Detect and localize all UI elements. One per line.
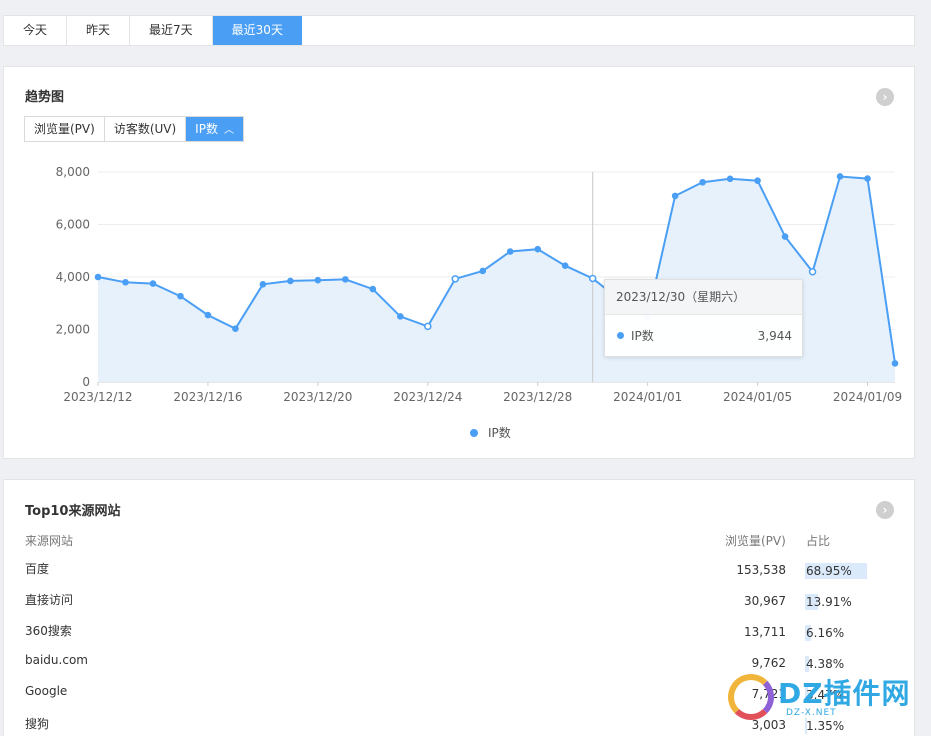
source-pv: 9,762 xyxy=(751,656,786,670)
table-row: 直接访问 30,967 13.91% xyxy=(4,591,914,622)
tooltip-date: 2023/12/30（星期六） xyxy=(605,280,802,315)
x-tick-label: 2023/12/16 xyxy=(173,390,242,404)
legend-label: IP数 xyxy=(488,426,511,440)
period-tabs: 今天 昨天 最近7天 最近30天 xyxy=(3,15,915,46)
watermark-logo: DZ插件网 DZ-X.NET xyxy=(728,670,928,730)
header-ratio: 占比 xyxy=(806,534,831,548)
y-tick-label: 6,000 xyxy=(56,218,90,232)
data-point xyxy=(836,173,844,180)
source-pv: 30,967 xyxy=(744,594,786,608)
header-pv: 浏览量(PV) xyxy=(725,534,786,548)
data-point xyxy=(534,245,542,253)
data-point xyxy=(561,262,569,270)
source-name[interactable]: Google xyxy=(25,684,67,698)
watermark-sub: DZ-X.NET xyxy=(786,708,837,718)
ratio-value: 68.95% xyxy=(806,564,852,578)
data-point xyxy=(149,280,157,287)
data-point xyxy=(204,311,212,319)
source-pv: 153,538 xyxy=(736,563,786,577)
legend-dot xyxy=(470,428,478,437)
watermark-text: DZ插件网 xyxy=(778,677,911,710)
tab-yesterday[interactable]: 昨天 xyxy=(67,16,131,45)
source-name[interactable]: 搜狗 xyxy=(25,715,49,732)
table-row: 百度 153,538 68.95% xyxy=(4,560,914,591)
data-point xyxy=(808,268,817,276)
tooltip-row: IP数 3,944 xyxy=(605,315,802,357)
top10-title: Top10来源网站 xyxy=(25,504,121,519)
data-point xyxy=(754,177,761,184)
x-tick-label: 2024/01/09 xyxy=(833,390,902,404)
tooltip-value: 3,944 xyxy=(757,329,792,343)
data-point xyxy=(506,248,514,255)
data-point xyxy=(122,278,129,286)
source-pv: 13,711 xyxy=(744,625,786,639)
data-point xyxy=(781,233,789,240)
x-tick-label: 2024/01/05 xyxy=(723,390,792,404)
data-point xyxy=(726,175,734,183)
tab-last-7-days[interactable]: 最近7天 xyxy=(130,16,213,45)
data-point xyxy=(671,192,679,200)
data-point xyxy=(864,175,871,182)
tooltip-series-dot xyxy=(617,332,624,339)
data-point xyxy=(891,360,899,367)
x-tick-label: 2023/12/12 xyxy=(63,390,132,404)
source-name[interactable]: 360搜索 xyxy=(25,622,72,639)
data-point xyxy=(479,267,487,275)
data-point xyxy=(424,322,432,331)
tab-today[interactable]: 今天 xyxy=(4,16,68,45)
data-point xyxy=(588,274,597,283)
source-ratio: 68.95% xyxy=(805,563,885,579)
data-point xyxy=(397,313,404,320)
x-tick-label: 2023/12/24 xyxy=(393,390,462,404)
data-point xyxy=(451,275,460,283)
data-point xyxy=(699,178,706,186)
data-point xyxy=(94,273,102,281)
chevron-right-circle-icon[interactable]: › xyxy=(876,501,894,519)
trend-card: 趋势图 › 浏览量(PV) 访客数(UV) IP数 ︿ 0 2,000 4,000 6,… xyxy=(3,66,915,459)
data-point xyxy=(259,281,267,288)
data-point xyxy=(232,325,239,333)
logo-ring-icon xyxy=(728,674,774,720)
tooltip-series-name: IP数 xyxy=(631,329,654,343)
source-name[interactable]: 直接访问 xyxy=(25,591,73,608)
y-tick-label: 8,000 xyxy=(56,165,90,179)
chart-tooltip: 2023/12/30（星期六） IP数 3,944 xyxy=(604,279,803,357)
ratio-value: 13.91% xyxy=(806,595,852,609)
header-source: 来源网站 xyxy=(25,534,74,548)
y-tick-label: 0 xyxy=(82,375,90,389)
source-ratio: 6.16% xyxy=(805,625,885,641)
source-name[interactable]: 百度 xyxy=(25,560,49,577)
y-tick-label: 2,000 xyxy=(56,323,90,337)
data-point xyxy=(287,277,294,285)
x-tick-label: 2024/01/01 xyxy=(613,390,682,404)
x-tick-label: 2023/12/20 xyxy=(283,390,352,404)
data-point xyxy=(342,276,349,283)
tab-last-30-days[interactable]: 最近30天 xyxy=(212,16,302,45)
data-point xyxy=(177,292,184,300)
ratio-value: 6.16% xyxy=(806,626,845,640)
x-tick-label: 2023/12/28 xyxy=(503,390,572,404)
source-name[interactable]: baidu.com xyxy=(25,653,88,667)
source-ratio: 13.91% xyxy=(805,594,885,610)
table-row: 360搜索 13,711 6.16% xyxy=(4,622,914,653)
chart-legend[interactable]: IP数 xyxy=(470,424,511,441)
data-point xyxy=(369,285,377,293)
y-tick-label: 4,000 xyxy=(56,270,90,284)
data-point xyxy=(314,276,322,284)
